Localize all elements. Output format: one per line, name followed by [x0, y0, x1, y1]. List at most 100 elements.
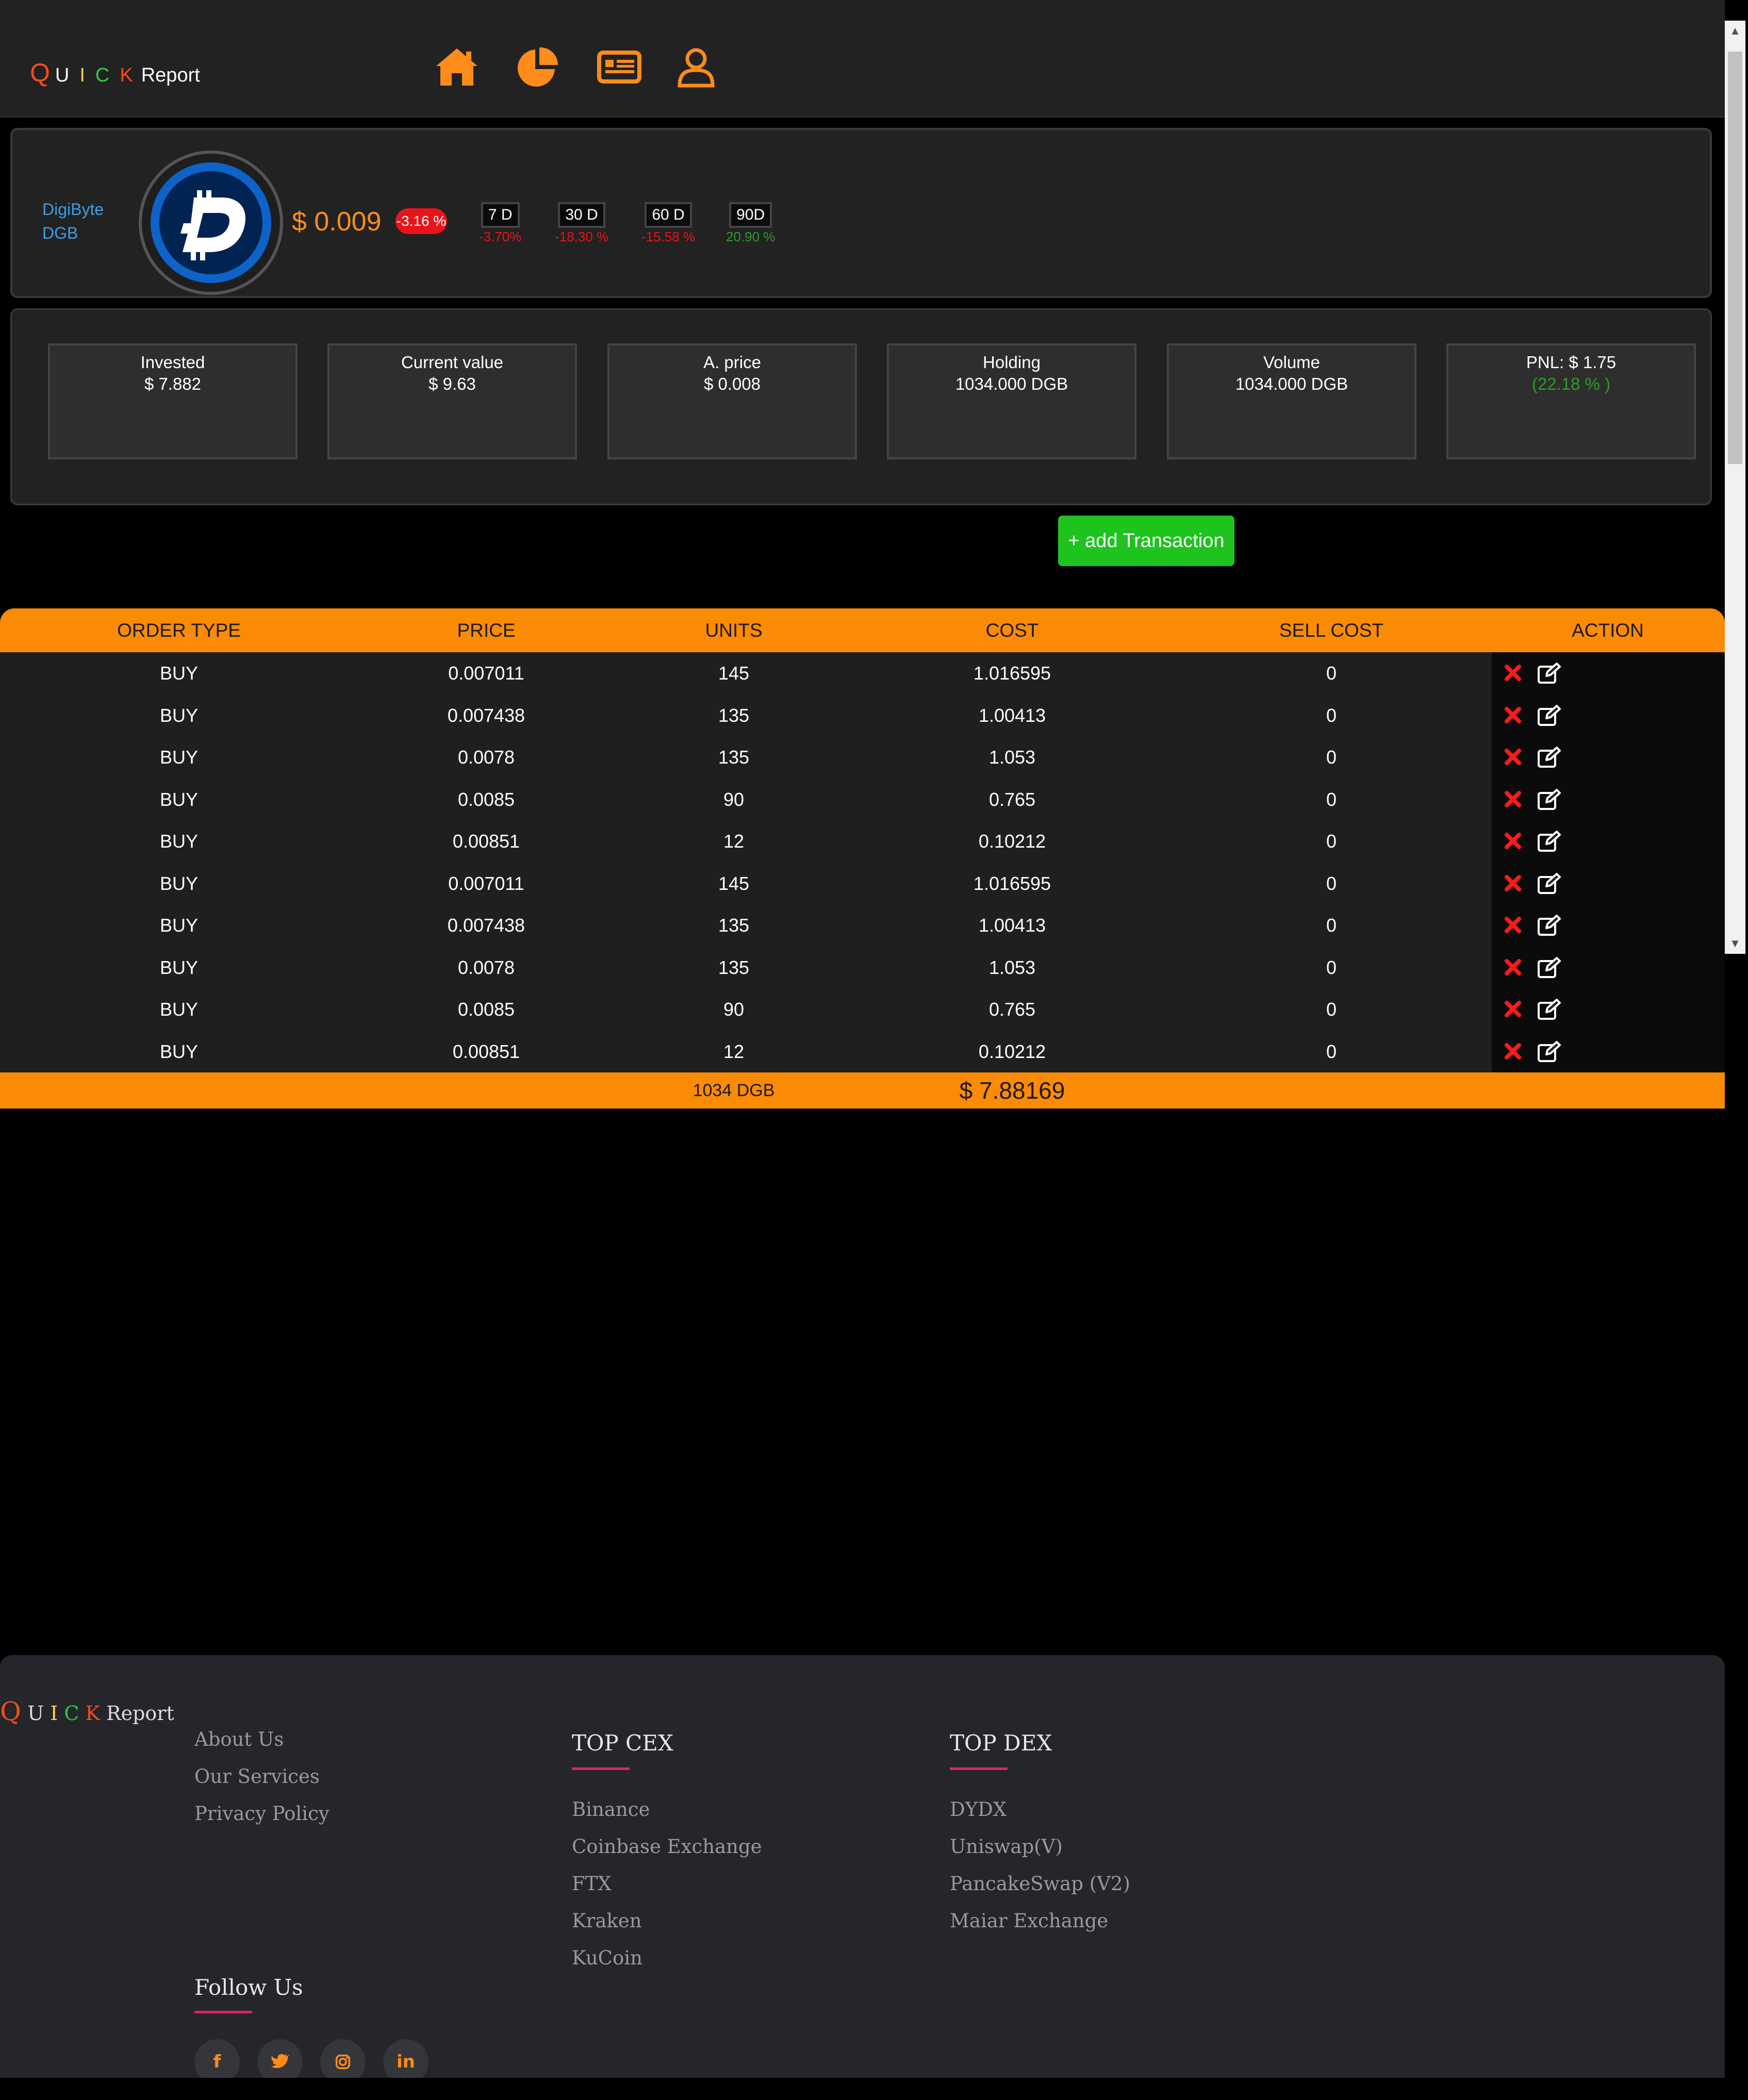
cex-link-ftx[interactable]: FTX [572, 1873, 612, 1895]
edit-icon[interactable] [1537, 704, 1561, 726]
scroll-up-arrow-icon[interactable]: ▲ [1725, 21, 1745, 41]
cell-sell-cost: 0 [1326, 956, 1337, 978]
stat-value: 1034.000 DGB [955, 374, 1068, 393]
cell-cost: 0.10212 [978, 1040, 1046, 1062]
table-header: ORDER TYPE PRICE UNITS COST SELL COST AC… [0, 608, 1725, 652]
cex-link-kucoin[interactable]: KuCoin [572, 1947, 642, 1969]
logo-letter-k: K [120, 64, 134, 86]
table-row: BUY 0.0078 135 1.053 0 [0, 736, 1725, 779]
coin-logo [139, 151, 283, 295]
cell-cost: 1.053 [988, 747, 1036, 768]
cell-cost: 1.00413 [978, 704, 1046, 726]
user-icon[interactable] [673, 46, 719, 88]
add-transaction-button[interactable]: + add Transaction [1058, 516, 1234, 566]
delete-icon[interactable] [1504, 706, 1522, 724]
scroll-down-arrow-icon[interactable]: ▼ [1725, 933, 1745, 954]
cell-units: 90 [723, 788, 745, 810]
period-30d[interactable]: 30 D -18.30 % [555, 202, 608, 245]
cell-price: 0.007011 [448, 872, 524, 894]
period-90d[interactable]: 90D 20.90 % [726, 202, 775, 245]
period-label[interactable]: 7 D [481, 202, 520, 228]
delete-icon[interactable] [1504, 874, 1522, 892]
delete-icon[interactable] [1504, 748, 1522, 766]
edit-icon[interactable] [1537, 1040, 1561, 1063]
logo-letter-c: C [64, 1702, 79, 1725]
period-7d[interactable]: 7 D -3.70% [479, 202, 521, 245]
delete-icon[interactable] [1504, 1042, 1522, 1061]
footer-link-about-us[interactable]: About Us [194, 1728, 284, 1750]
table-row: BUY 0.007011 145 1.016595 0 [0, 862, 1725, 904]
stat-title: Invested [140, 353, 205, 372]
delete-icon[interactable] [1504, 790, 1522, 808]
period-label[interactable]: 30 D [558, 202, 605, 228]
delete-icon[interactable] [1504, 832, 1522, 850]
edit-icon[interactable] [1537, 788, 1561, 811]
stat-title: PNL: $ 1.75 [1526, 353, 1617, 372]
edit-icon[interactable] [1537, 956, 1561, 979]
cell-units: 145 [718, 872, 750, 894]
follow-us-heading: Follow Us [194, 1975, 303, 2000]
footer-link-privacy-policy[interactable]: Privacy Policy [194, 1803, 329, 1825]
news-icon[interactable] [596, 46, 641, 88]
cell-price: 0.007011 [448, 663, 524, 684]
logo-letter-i: I [79, 64, 86, 86]
coin-price: $ 0.009 [292, 207, 382, 237]
units-total: 1034 DGB [692, 1081, 775, 1100]
edit-icon[interactable] [1537, 663, 1561, 684]
cell-cost: 1.016595 [973, 663, 1051, 684]
dex-link-maiar[interactable]: Maiar Exchange [950, 1910, 1108, 1932]
period-60d[interactable]: 60 D -15.58 % [641, 202, 695, 245]
cex-link-coinbase[interactable]: Coinbase Exchange [572, 1836, 762, 1858]
vertical-scrollbar[interactable]: ▲ ▼ [1725, 21, 1745, 954]
delete-icon[interactable] [1504, 916, 1522, 934]
app-logo[interactable]: Q U I C K Report [30, 58, 200, 88]
home-icon[interactable] [434, 46, 480, 88]
cell-sell-cost: 0 [1326, 1040, 1337, 1062]
dex-link-pancakeswap[interactable]: PancakeSwap (V2) [950, 1873, 1130, 1895]
cex-link-binance[interactable]: Binance [572, 1798, 650, 1821]
stat-value: 1034.000 DGB [1235, 374, 1348, 393]
stat-title: Holding [983, 353, 1041, 372]
edit-icon[interactable] [1537, 915, 1561, 936]
site-footer: Q U I C K Report About Us Our Services P… [0, 1655, 1725, 2085]
period-change: 20.90 % [726, 229, 776, 244]
edit-icon[interactable] [1537, 831, 1561, 852]
footer-logo[interactable]: Q U I C K Report [0, 1696, 174, 1726]
cell-price: 0.0078 [457, 956, 515, 978]
cex-link-kraken[interactable]: Kraken [572, 1910, 642, 1932]
period-label[interactable]: 60 D [645, 202, 692, 228]
delete-icon[interactable] [1504, 958, 1522, 977]
edit-icon[interactable] [1537, 747, 1561, 768]
scrollbar-thumb[interactable] [1728, 52, 1742, 464]
column-header-units: UNITS [705, 620, 763, 641]
cell-price: 0.007438 [447, 704, 525, 726]
cell-action [1492, 652, 1725, 695]
cell-action [1492, 946, 1725, 988]
top-cex-heading: TOP CEX [572, 1730, 673, 1756]
stat-invested: Invested $ 7.882 [48, 343, 298, 459]
cell-sell-cost: 0 [1326, 704, 1337, 726]
table-row: BUY 0.0085 90 0.765 0 [0, 988, 1725, 1031]
pie-chart-icon[interactable] [515, 46, 560, 88]
edit-icon[interactable] [1537, 999, 1561, 1020]
cell-units: 12 [723, 1040, 745, 1062]
footer-link-our-services[interactable]: Our Services [194, 1765, 320, 1788]
cell-order-type: BUY [159, 663, 199, 684]
change-24h-badge: -3.16 % [395, 208, 447, 234]
stat-value: $ 9.63 [428, 374, 476, 393]
delete-icon[interactable] [1504, 664, 1522, 682]
cell-units: 135 [718, 956, 750, 978]
dex-link-dydx[interactable]: DYDX [950, 1798, 1007, 1821]
edit-icon[interactable] [1537, 872, 1561, 895]
cell-price: 0.0078 [457, 747, 515, 768]
dex-link-uniswap[interactable]: Uniswap(V) [950, 1836, 1063, 1858]
cell-action [1492, 904, 1725, 947]
cell-action [1492, 736, 1725, 779]
period-label[interactable]: 90D [729, 202, 772, 228]
logo-letter-q: Q [30, 58, 51, 87]
cell-sell-cost: 0 [1326, 999, 1337, 1020]
cell-sell-cost: 0 [1326, 663, 1337, 684]
delete-icon[interactable] [1504, 1000, 1522, 1018]
table-footer: 1034 DGB $ 7.88169 [0, 1072, 1725, 1109]
table-row: BUY 0.007438 135 1.00413 0 [0, 904, 1725, 947]
